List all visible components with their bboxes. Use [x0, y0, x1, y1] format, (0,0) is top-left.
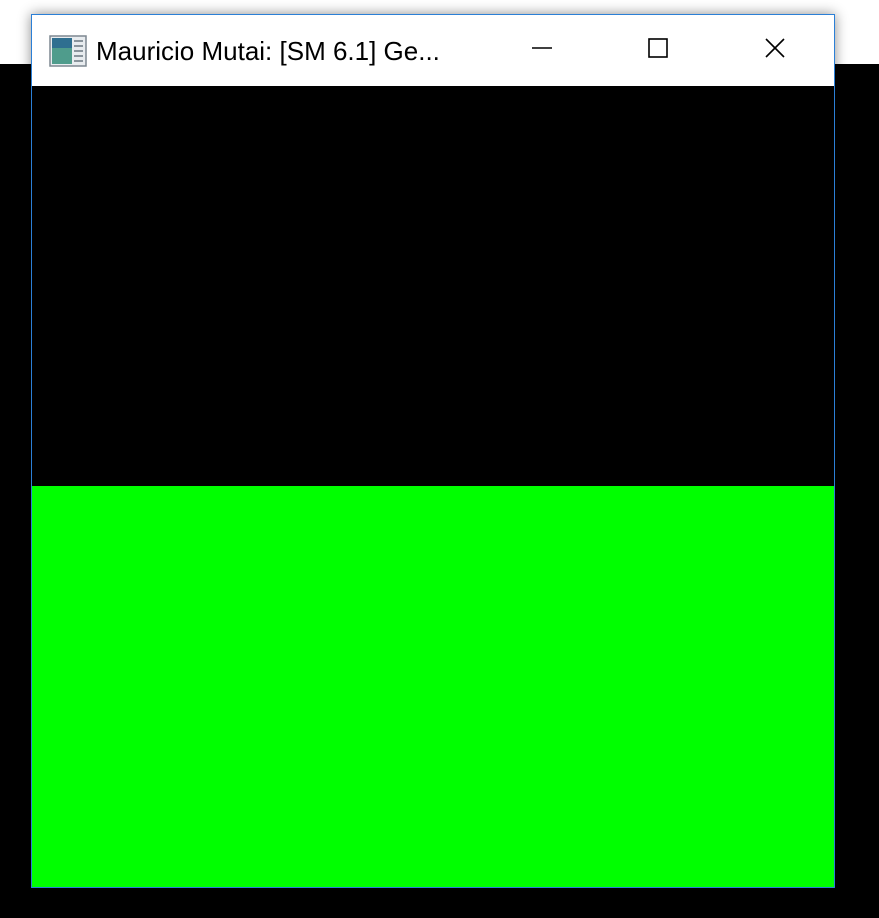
render-canvas[interactable]	[32, 86, 834, 887]
close-button[interactable]	[716, 15, 834, 86]
minimize-button[interactable]	[484, 15, 600, 86]
application-icon[interactable]	[49, 35, 87, 67]
desktop: Mauricio Mutai: [SM 6.1] Ge...	[0, 0, 879, 918]
canvas-upper-region	[32, 86, 834, 486]
window-title: Mauricio Mutai: [SM 6.1] Ge...	[96, 36, 440, 66]
app-window: Mauricio Mutai: [SM 6.1] Ge...	[31, 14, 835, 888]
maximize-button[interactable]	[600, 15, 716, 86]
close-icon	[764, 37, 786, 64]
maximize-icon	[647, 37, 669, 64]
canvas-lower-region	[32, 486, 834, 887]
minimize-icon	[531, 37, 553, 64]
title-bar[interactable]: Mauricio Mutai: [SM 6.1] Ge...	[32, 15, 834, 86]
